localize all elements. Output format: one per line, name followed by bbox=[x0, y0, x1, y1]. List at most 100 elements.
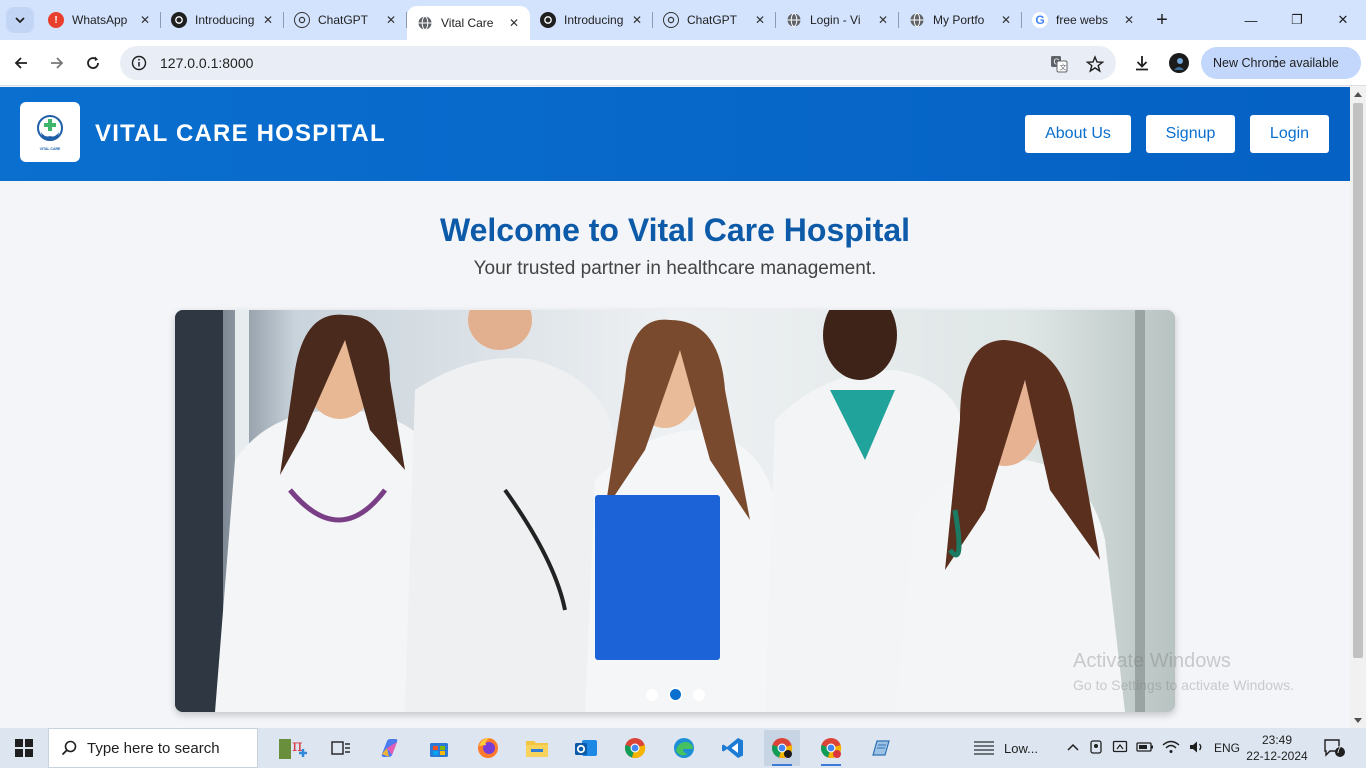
wifi-icon[interactable] bbox=[1162, 740, 1180, 757]
notification-count: 7 bbox=[1336, 745, 1342, 755]
site-header: VITAL CARE VITAL CARE HOSPITAL About Us … bbox=[0, 87, 1350, 181]
openai-icon bbox=[171, 12, 187, 28]
welcome-title: Welcome to Vital Care Hospital bbox=[439, 212, 911, 248]
close-icon[interactable]: ✕ bbox=[506, 15, 522, 31]
browser-toolbar: 127.0.0.1:8000 G文 New Chrome available ⋮ bbox=[0, 40, 1366, 86]
taskbar-clock[interactable]: 23:49 22-12-2024 bbox=[1244, 732, 1310, 764]
carousel-dot-3[interactable] bbox=[692, 688, 705, 701]
start-button[interactable] bbox=[0, 728, 48, 768]
restore-button[interactable]: ❐ bbox=[1274, 0, 1320, 40]
reload-button[interactable] bbox=[80, 50, 106, 76]
tab-chatgpt-2[interactable]: ChatGPT ✕ bbox=[653, 0, 776, 40]
close-icon[interactable]: ✕ bbox=[629, 12, 645, 28]
tab-whatsapp[interactable]: ! WhatsApp ✕ bbox=[38, 0, 161, 40]
scroll-up-icon[interactable] bbox=[1354, 92, 1362, 97]
search-icon bbox=[61, 740, 77, 756]
globe-icon bbox=[417, 15, 433, 31]
meet-now-icon[interactable] bbox=[1088, 739, 1104, 758]
whatsapp-icon: ! bbox=[48, 12, 64, 28]
weather-text: Low... bbox=[1004, 740, 1038, 756]
about-us-button[interactable]: About Us bbox=[1025, 115, 1131, 153]
profile-avatar[interactable] bbox=[1168, 52, 1190, 74]
tab-title: Introducing bbox=[195, 13, 255, 27]
close-icon[interactable]: ✕ bbox=[1121, 12, 1137, 28]
weather-widget[interactable]: Low... bbox=[972, 728, 1038, 768]
globe-icon bbox=[786, 12, 802, 28]
carousel-dot-2[interactable] bbox=[667, 687, 683, 702]
notification-center-button[interactable]: 7 bbox=[1322, 736, 1346, 760]
taskbar-apps: π bbox=[274, 730, 898, 766]
close-icon[interactable]: ✕ bbox=[752, 12, 768, 28]
scroll-down-icon[interactable] bbox=[1354, 718, 1362, 723]
new-chrome-available-button[interactable]: New Chrome available ⋮ bbox=[1201, 47, 1361, 79]
tab-free-websites[interactable]: G free webs ✕ bbox=[1022, 0, 1145, 40]
copilot-icon[interactable] bbox=[372, 730, 408, 766]
carousel-indicators bbox=[175, 687, 1175, 702]
hero-carousel[interactable] bbox=[175, 310, 1175, 712]
hospital-logo[interactable]: VITAL CARE bbox=[20, 102, 80, 162]
tab-title: ChatGPT bbox=[318, 13, 369, 27]
scroll-thumb[interactable] bbox=[1353, 103, 1363, 658]
address-bar[interactable]: 127.0.0.1:8000 G文 bbox=[120, 46, 1116, 80]
edge-icon[interactable] bbox=[666, 730, 702, 766]
login-button[interactable]: Login bbox=[1250, 115, 1329, 153]
carousel-dot-1[interactable] bbox=[645, 688, 658, 701]
outlook-icon[interactable] bbox=[568, 730, 604, 766]
battery-icon[interactable] bbox=[1136, 741, 1154, 756]
forward-button[interactable] bbox=[44, 50, 70, 76]
file-explorer-icon[interactable] bbox=[519, 730, 555, 766]
microsoft-store-icon[interactable] bbox=[421, 730, 457, 766]
volume-icon[interactable] bbox=[1188, 740, 1206, 757]
translate-icon[interactable]: G文 bbox=[1048, 53, 1070, 75]
site-brand[interactable]: VITAL CARE HOSPITAL bbox=[95, 120, 386, 148]
site-info-icon[interactable] bbox=[122, 46, 156, 80]
vscode-icon[interactable] bbox=[715, 730, 751, 766]
close-icon[interactable]: ✕ bbox=[998, 12, 1014, 28]
tab-title: My Portfo bbox=[933, 13, 985, 27]
search-placeholder: Type here to search bbox=[87, 739, 220, 757]
hand-cross-icon bbox=[37, 114, 63, 141]
tab-login[interactable]: Login - Vi ✕ bbox=[776, 0, 899, 40]
chrome-icon[interactable] bbox=[617, 730, 653, 766]
language-indicator[interactable]: ENG bbox=[1214, 741, 1240, 755]
new-tab-button[interactable]: + bbox=[1150, 8, 1174, 32]
firefox-icon[interactable] bbox=[470, 730, 506, 766]
close-icon[interactable]: ✕ bbox=[260, 12, 276, 28]
download-icon[interactable] bbox=[1131, 52, 1153, 74]
arrow-right-icon bbox=[51, 57, 64, 69]
close-icon[interactable]: ✕ bbox=[875, 12, 891, 28]
back-button[interactable] bbox=[8, 50, 34, 76]
tab-introducing-2[interactable]: Introducing ✕ bbox=[530, 0, 653, 40]
notepad-icon[interactable] bbox=[862, 730, 898, 766]
task-view-icon[interactable] bbox=[323, 730, 359, 766]
close-icon[interactable]: ✕ bbox=[383, 12, 399, 28]
more-menu-icon[interactable]: ⋮ bbox=[1201, 53, 1351, 69]
openai-icon bbox=[294, 12, 310, 28]
close-icon[interactable]: ✕ bbox=[137, 12, 153, 28]
openai-icon bbox=[540, 12, 556, 28]
chrome-profile-icon[interactable] bbox=[764, 730, 800, 766]
tab-search-button[interactable] bbox=[6, 7, 34, 33]
doctors-team-photo bbox=[175, 310, 1175, 712]
taskbar-search-box[interactable]: Type here to search bbox=[48, 728, 258, 768]
page-scrollbar[interactable] bbox=[1350, 87, 1366, 728]
tab-introducing[interactable]: Introducing ✕ bbox=[161, 0, 284, 40]
chrome-profile-2-icon[interactable] bbox=[813, 730, 849, 766]
chevron-up-icon[interactable] bbox=[1066, 741, 1080, 755]
clock-time: 23:49 bbox=[1261, 733, 1293, 747]
globe-icon bbox=[909, 12, 925, 28]
windows-taskbar: Type here to search π Low... ENG 23:49 2… bbox=[0, 728, 1366, 768]
minimize-button[interactable]: — bbox=[1228, 0, 1274, 40]
signup-button[interactable]: Signup bbox=[1146, 115, 1235, 153]
calculator-widget-icon[interactable]: π bbox=[274, 730, 310, 766]
close-window-button[interactable]: ✕ bbox=[1320, 0, 1366, 40]
star-icon[interactable] bbox=[1084, 53, 1106, 75]
tagline: Your trusted partner in healthcare manag… bbox=[473, 258, 877, 279]
tab-vital-care[interactable]: Vital Care ✕ bbox=[407, 6, 530, 40]
reload-icon bbox=[87, 56, 99, 69]
browser-tab-strip: ! WhatsApp ✕ Introducing ✕ ChatGPT ✕ Vit… bbox=[0, 0, 1366, 40]
display-icon[interactable] bbox=[1112, 739, 1128, 758]
tab-portfolio[interactable]: My Portfo ✕ bbox=[899, 0, 1022, 40]
tab-title: ChatGPT bbox=[687, 13, 738, 27]
tab-chatgpt[interactable]: ChatGPT ✕ bbox=[284, 0, 407, 40]
